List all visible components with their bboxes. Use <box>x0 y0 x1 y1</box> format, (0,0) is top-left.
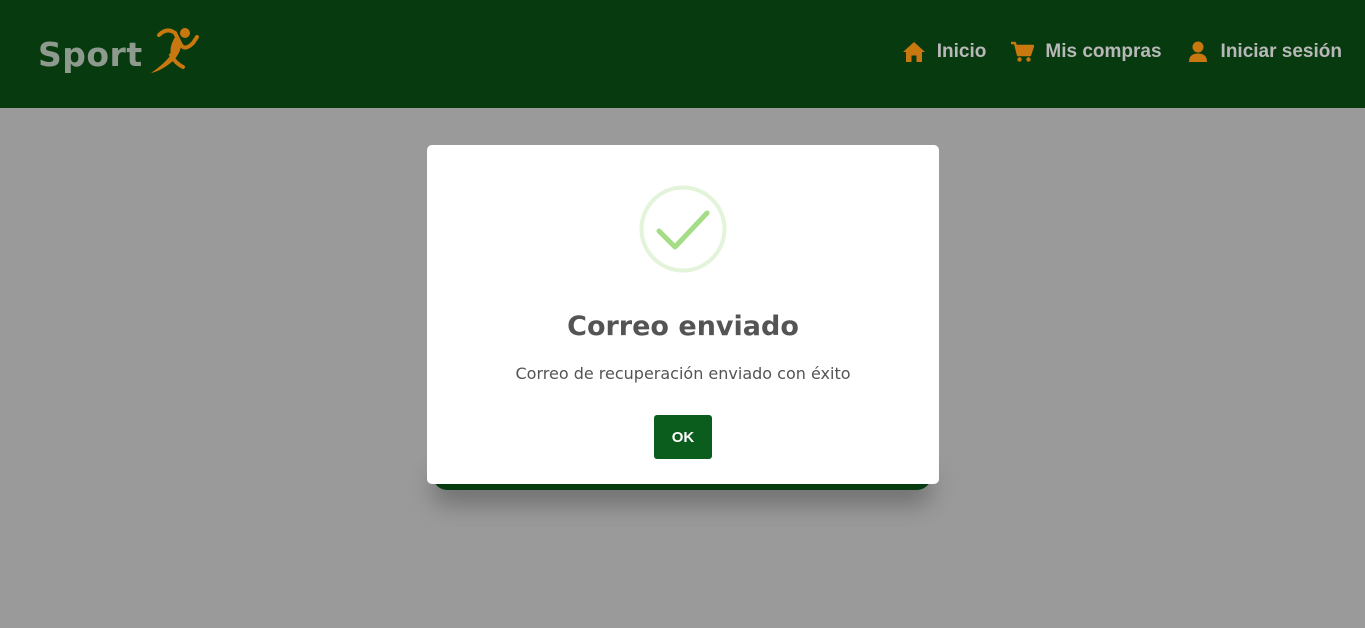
ok-button[interactable]: OK <box>654 415 712 459</box>
check-icon <box>639 185 727 273</box>
dialog-title: Correo enviado <box>567 311 799 342</box>
nav-item-inicio[interactable]: Inicio <box>902 40 987 64</box>
runner-icon <box>150 28 199 73</box>
nav-label-inicio: Inicio <box>936 41 987 62</box>
cart-icon <box>1010 40 1035 64</box>
home-icon <box>902 40 926 64</box>
user-icon <box>1186 40 1210 64</box>
nav-label-iniciar-sesion: Iniciar sesión <box>1220 41 1342 62</box>
dialog-message: Correo de recuperación enviado con éxito <box>515 364 851 383</box>
success-dialog: Correo enviado Correo de recuperación en… <box>427 145 939 484</box>
nav-item-iniciar-sesion[interactable]: Iniciar sesión <box>1186 40 1342 64</box>
logo-text: Sport <box>38 34 143 74</box>
nav-label-mis-compras: Mis compras <box>1045 41 1162 62</box>
main-nav: Inicio Mis compras Iniciar sesión <box>878 38 1342 66</box>
nav-item-mis-compras[interactable]: Mis compras <box>1010 40 1162 64</box>
sport-logo[interactable]: Sport <box>38 28 203 80</box>
top-navbar: Sport Inicio Mis compras Iniciar sesión <box>0 0 1365 108</box>
